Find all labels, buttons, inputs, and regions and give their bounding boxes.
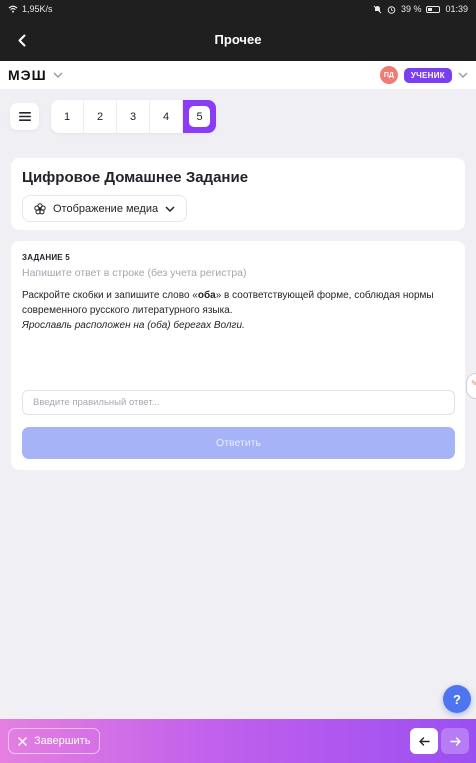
tab-task-4[interactable]: 4 <box>150 100 183 133</box>
finish-button[interactable]: Завершить <box>8 728 101 754</box>
chevron-down-icon <box>53 72 63 78</box>
logo-menu[interactable]: МЭШ <box>8 67 63 83</box>
tab-label: 1 <box>63 110 71 123</box>
chevron-left-icon <box>18 34 26 46</box>
tab-task-1[interactable]: 1 <box>51 100 84 133</box>
close-icon <box>18 736 27 746</box>
arrow-right-icon <box>449 736 461 746</box>
wifi-icon <box>8 5 18 13</box>
help-button[interactable]: ? <box>443 685 471 713</box>
tab-task-2[interactable]: 2 <box>84 100 117 133</box>
user-menu[interactable]: ПД УЧЕНИК <box>379 66 468 84</box>
media-display-button[interactable]: Отображение медиа <box>22 195 188 222</box>
tab-label: 4 <box>162 110 170 123</box>
app-header: МЭШ ПД УЧЕНИК <box>0 61 476 89</box>
answer-input[interactable] <box>22 390 455 415</box>
logo: МЭШ <box>8 67 47 83</box>
hamburger-icon <box>18 112 31 121</box>
previous-task-button[interactable] <box>410 728 438 754</box>
arrow-left-icon <box>418 736 430 746</box>
chevron-down-icon <box>458 72 468 78</box>
task-card: ЗАДАНИЕ 5 Напишите ответ в строке (без у… <box>11 241 465 470</box>
homework-header-card: Цифровое Домашнее Задание Отображение ме… <box>11 158 465 230</box>
task-example: Ярославль расположен на (оба) берегах Во… <box>22 320 245 331</box>
back-button[interactable] <box>12 30 32 50</box>
task-instruction: Раскройте скобки и запишите слово «оба» … <box>22 288 454 318</box>
task-hint: Напишите ответ в строке (без учета регис… <box>22 267 247 279</box>
next-task-button[interactable] <box>441 728 469 754</box>
status-bar: 1,95K/s 39 % 01:39 <box>0 0 476 18</box>
media-display-label: Отображение медиа <box>53 202 159 215</box>
submit-answer-button[interactable]: Ответить <box>22 427 455 459</box>
flower-icon <box>34 202 46 214</box>
tab-label: 2 <box>96 110 104 123</box>
menu-button[interactable] <box>10 103 39 130</box>
clock: 01:39 <box>445 4 468 14</box>
task-tabs: 1 2 3 4 5 <box>51 100 216 133</box>
title-bar: Прочее <box>0 18 476 61</box>
tab-label: 5 <box>189 106 210 127</box>
avatar: ПД <box>379 66 398 84</box>
tab-label: 3 <box>129 110 137 123</box>
role-badge: УЧЕНИК <box>403 67 452 83</box>
feedback-icon: ✎ <box>471 379 476 388</box>
network-speed: 1,95K/s <box>22 4 53 14</box>
alarm-icon <box>387 5 396 14</box>
task-number: ЗАДАНИЕ 5 <box>22 253 70 262</box>
tab-task-3[interactable]: 3 <box>117 100 150 133</box>
homework-title: Цифровое Домашнее Задание <box>22 169 249 186</box>
chevron-down-icon <box>165 205 175 212</box>
finish-label: Завершить <box>34 735 91 747</box>
battery-icon <box>426 5 441 13</box>
battery-percent: 39 % <box>400 4 422 14</box>
mute-icon <box>373 5 382 13</box>
task-text-before: Раскройте скобки и запишите слово « <box>22 290 198 301</box>
bottom-bar: Завершить <box>0 719 476 763</box>
task-keyword: оба <box>197 290 216 301</box>
tab-task-5[interactable]: 5 <box>183 100 216 133</box>
page-title: Прочее <box>214 32 262 47</box>
side-feedback-tab[interactable]: ✎ <box>466 373 476 399</box>
